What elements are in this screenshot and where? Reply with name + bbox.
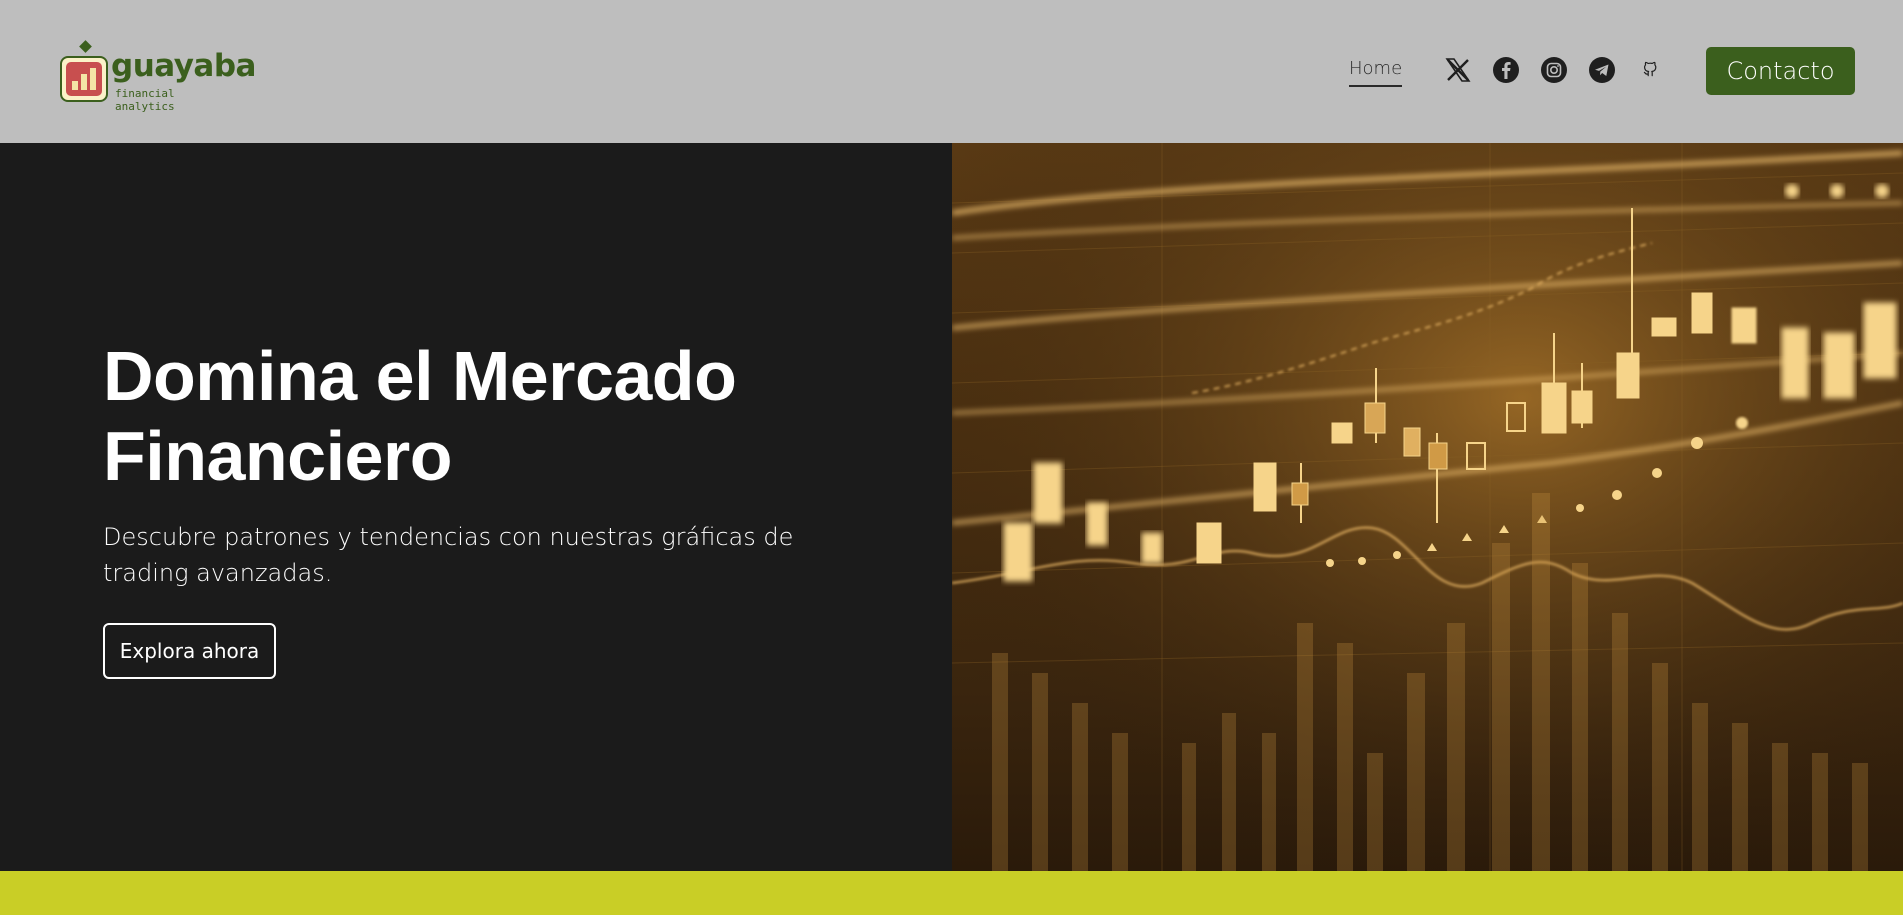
x-icon[interactable] xyxy=(1444,56,1472,84)
brand-name: guayaba xyxy=(111,48,256,84)
logo-leaf-icon xyxy=(79,40,92,53)
github-icon[interactable] xyxy=(1636,56,1664,84)
footer-band xyxy=(0,871,1903,915)
logo-chart-icon xyxy=(60,56,108,102)
telegram-icon[interactable] xyxy=(1588,56,1616,84)
hero-subtitle: Descubre patrones y tendencias con nuest… xyxy=(103,523,794,587)
hero-trading-chart-image xyxy=(952,143,1903,871)
nav-home-link[interactable]: Home xyxy=(1349,58,1403,87)
instagram-icon[interactable] xyxy=(1540,56,1568,84)
facebook-icon[interactable] xyxy=(1492,56,1520,84)
trading-chart-illustration xyxy=(952,143,1903,871)
contact-button[interactable]: Contacto xyxy=(1706,47,1855,95)
brand-logo[interactable]: guayaba financial analytics xyxy=(60,40,256,113)
explore-button[interactable]: Explora ahora xyxy=(103,623,276,679)
hero-title: Domina el Mercado Financiero xyxy=(103,337,737,495)
hero-section xyxy=(0,143,952,871)
brand-tagline: financial analytics xyxy=(115,87,175,113)
site-header: guayaba financial analytics Home Contact… xyxy=(0,0,1903,143)
